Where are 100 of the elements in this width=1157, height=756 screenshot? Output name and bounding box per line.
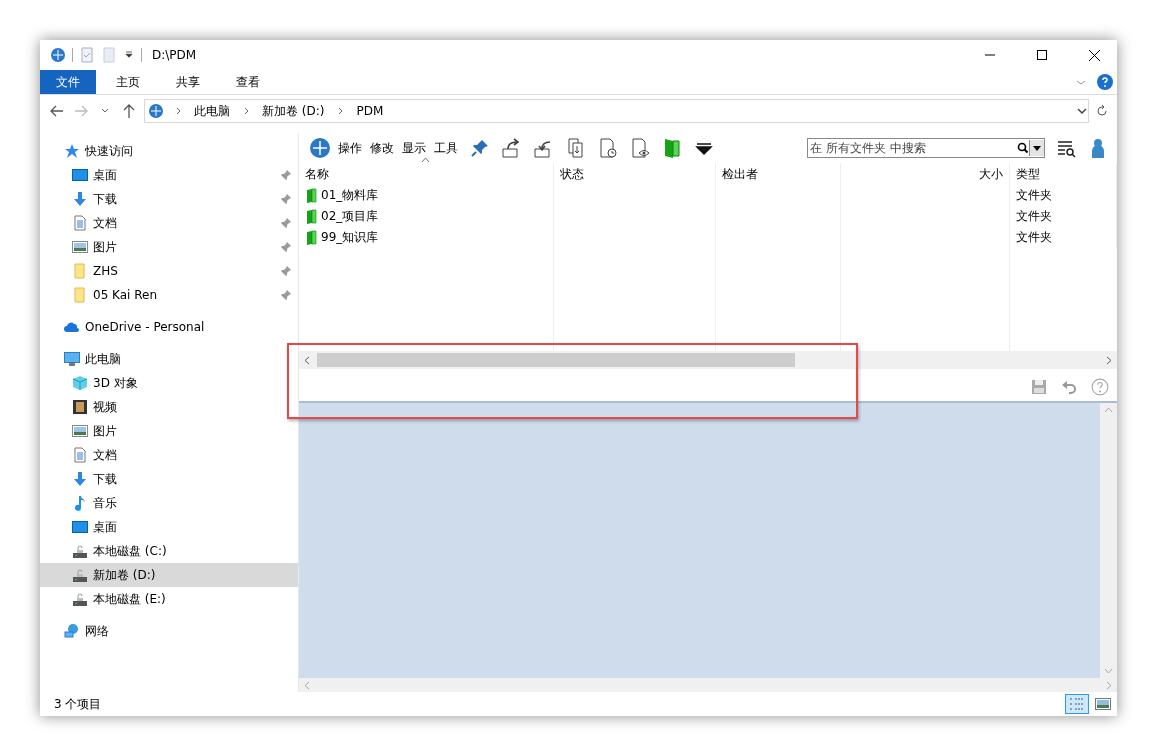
sidebar-item[interactable]: 桌面	[40, 163, 298, 187]
caret-icon	[123, 49, 135, 61]
ribbon-tab[interactable]: 查看	[220, 70, 276, 94]
sidebar-item[interactable]: 此电脑	[40, 347, 298, 371]
breadcrumb[interactable]: 此电脑	[192, 102, 232, 120]
ribbon-tab[interactable]: 主页	[100, 70, 156, 94]
pin-icon[interactable]	[469, 137, 491, 159]
sidebar-item[interactable]: 下载	[40, 187, 298, 211]
horizontal-scrollbar[interactable]	[299, 351, 1117, 369]
sidebar-item[interactable]: 音乐	[40, 491, 298, 515]
drive-icon	[72, 567, 88, 583]
close-icon	[1088, 49, 1100, 61]
chevron-right-icon	[174, 106, 182, 116]
vault-folder-icon	[305, 229, 317, 246]
breadcrumb[interactable]: 新加卷 (D:)	[260, 102, 327, 120]
sidebar-item[interactable]: 3D 对象	[40, 371, 298, 395]
scroll-left-icon[interactable]	[304, 355, 310, 365]
maximize-icon	[1037, 50, 1047, 60]
folder-icon	[72, 287, 88, 303]
sidebar-item[interactable]: 下载	[40, 467, 298, 491]
sidebar-item[interactable]: 新加卷 (D:)	[40, 563, 298, 587]
network-icon	[64, 623, 80, 639]
column-header[interactable]: 状态	[554, 163, 716, 185]
sidebar-item[interactable]: 视频	[40, 395, 298, 419]
column-header[interactable]: 检出者	[716, 163, 841, 185]
column-label: 检出者	[722, 165, 758, 183]
sidebar-item[interactable]: 文档	[40, 211, 298, 235]
checklist-icon	[79, 47, 95, 63]
file-name[interactable]: 01_物料库	[299, 185, 554, 206]
document-clock-icon[interactable]	[597, 137, 619, 159]
picture-icon	[72, 423, 88, 439]
column-label: 名称	[305, 165, 329, 183]
sidebar-item[interactable]: ZHS	[40, 259, 298, 283]
refresh-icon[interactable]	[1095, 104, 1109, 118]
column-header[interactable]: 类型	[1010, 163, 1117, 185]
sidebar-item[interactable]: 图片	[40, 419, 298, 443]
toolbar-menu[interactable]: 修改	[369, 139, 395, 157]
sidebar-item[interactable]: 文档	[40, 443, 298, 467]
scroll-right-icon[interactable]	[1106, 355, 1112, 365]
toolbar-menu[interactable]: 工具	[433, 139, 459, 157]
details-view-button[interactable]	[1065, 694, 1089, 714]
column-label: 大小	[979, 165, 1003, 183]
ribbon-tab[interactable]: 文件	[40, 70, 96, 94]
music-icon	[72, 495, 88, 511]
toolbar-menu[interactable]: 操作	[337, 139, 363, 157]
sidebar-item[interactable]: 本地磁盘 (E:)	[40, 587, 298, 611]
vault-folder-icon	[305, 208, 317, 225]
document-icon	[72, 447, 88, 463]
item-count: 3 个项目	[54, 695, 102, 713]
toolbar-menu[interactable]: 显示	[401, 139, 427, 157]
drive-icon	[72, 591, 88, 607]
column-label: 类型	[1016, 165, 1040, 183]
document-eye-icon[interactable]	[629, 137, 651, 159]
chevron-down-icon	[1076, 105, 1088, 117]
folder-icon	[72, 263, 88, 279]
cube-icon	[72, 375, 88, 391]
picture-icon	[72, 239, 88, 255]
table-cell: 文件夹	[1010, 185, 1117, 206]
sidebar-item[interactable]: 图片	[40, 235, 298, 259]
page-icon	[101, 47, 117, 63]
sidebar-item[interactable]: 05 Kai Ren	[40, 283, 298, 307]
sidebar-item[interactable]: 网络	[40, 619, 298, 643]
document-icon	[72, 215, 88, 231]
sidebar-item[interactable]: 本地磁盘 (C:)	[40, 539, 298, 563]
file-name[interactable]: 99_知识库	[299, 227, 554, 248]
pc-icon	[64, 351, 80, 367]
sidebar-item[interactable]: OneDrive - Personal	[40, 315, 298, 339]
desktop-icon	[72, 167, 88, 183]
star-icon	[64, 143, 80, 159]
help-icon	[1091, 378, 1109, 396]
vault-folder-icon	[305, 187, 317, 204]
triangle-down-icon	[1033, 145, 1041, 151]
details-list-icon	[1069, 697, 1085, 711]
search-icon	[1017, 142, 1029, 154]
search-dropdown[interactable]	[1029, 140, 1044, 156]
column-header[interactable]: 名称	[299, 163, 554, 185]
download-icon	[72, 191, 88, 207]
column-header[interactable]: 大小	[841, 163, 1010, 185]
ribbon-tab[interactable]: 共享	[160, 70, 216, 94]
undo-icon	[1061, 379, 1077, 395]
search-box[interactable]: 在 所有文件夹 中搜索	[807, 138, 1045, 158]
chevron-right-icon	[336, 106, 345, 116]
help-icon[interactable]	[1097, 74, 1113, 90]
save-icon	[1031, 379, 1047, 395]
video-icon	[72, 399, 88, 415]
table-cell: 文件夹	[1010, 227, 1117, 248]
sidebar-item[interactable]: 桌面	[40, 515, 298, 539]
sidebar-item[interactable]: 快速访问	[40, 139, 298, 163]
desktop-icon	[72, 519, 88, 535]
table-cell: 文件夹	[1010, 206, 1117, 227]
picture-icon	[1095, 698, 1111, 710]
file-name[interactable]: 02_项目库	[299, 206, 554, 227]
breadcrumb[interactable]: PDM	[354, 104, 386, 118]
address-bar[interactable]: 此电脑 新加卷 (D:) PDM	[144, 99, 1089, 123]
window-title: D:\PDM	[152, 48, 198, 62]
chevron-right-icon	[242, 106, 250, 116]
download-icon	[72, 471, 88, 487]
drive-icon	[72, 543, 88, 559]
chevron-down-icon	[101, 108, 109, 114]
column-label: 状态	[560, 165, 584, 183]
